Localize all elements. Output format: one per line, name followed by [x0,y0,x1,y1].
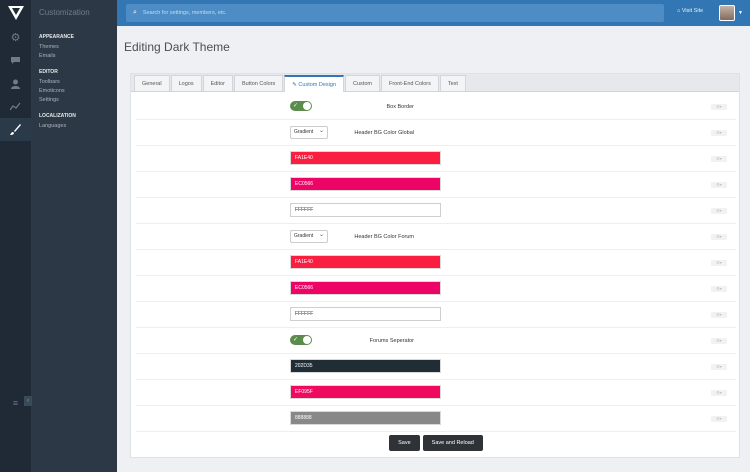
color-input[interactable]: FA1E40 [290,255,441,269]
toggle-switch[interactable] [290,101,312,111]
reset-gear-icon[interactable]: ⚙▾ [711,390,727,396]
color-input[interactable]: FFFFFF [290,307,441,321]
tab-label: General [142,81,162,87]
reset-gear-icon[interactable]: ⚙▾ [711,260,727,266]
nav-item-settings[interactable]: Settings [39,96,117,105]
gears-icon[interactable]: ⚙ [0,26,31,49]
setting-row: Forums Seperator ⚙▾ [136,328,736,354]
setting-label: Forums Seperator [369,338,414,344]
setting-row: Start Gradient/Solid ColorFA1E40⚙▾ [136,146,736,172]
search-icon: ⌕ [133,9,137,16]
page-title: Editing Dark Theme [124,40,230,54]
tab-label: Logos [178,81,194,87]
nav-section-appearance: APPEARANCE Themes Emails [31,34,117,61]
nav-section-editor: EDITOR Toolbars Emoticons Settings [31,69,117,105]
tab-logos[interactable]: Logos [170,75,202,91]
reset-gear-icon[interactable]: ⚙▾ [711,156,727,162]
section-title: Customization [39,8,90,17]
tab-label: Editor [210,81,225,87]
tab-label: Front-End Colors [388,81,431,87]
tab-bar: General Logos Editor Button Colors ✎ Custom … [131,74,739,92]
tab-custom[interactable]: Custom [345,75,380,91]
tab-label: Custom [353,81,372,87]
reset-gear-icon[interactable]: ⚙▾ [711,286,727,292]
nav-heading: LOCALIZATION [39,113,76,119]
nav-section-localization: LOCALIZATION Languages [31,113,117,131]
tab-text[interactable]: Text [439,75,466,91]
nav-item-languages[interactable]: Languages [39,122,117,131]
top-bar: ⌕ Search for settings, members, etc. ⌂ V… [117,0,750,26]
chart-icon[interactable] [0,95,31,118]
tab-label: Text [447,81,458,87]
nav-item-emoticons[interactable]: Emoticons [39,87,117,96]
color-input[interactable]: EC0566 [290,177,441,191]
setting-row: Forum Read Icon Color888888⚙▾ [136,406,736,432]
chevron-down-icon[interactable]: ▼ [738,10,743,16]
setting-row: Header BG Color Forum Gradient ⚙▾ [136,224,736,250]
reset-gear-icon[interactable]: ⚙▾ [711,416,727,422]
collapse-toggle[interactable]: ‹ [24,396,32,406]
nav-heading: EDITOR [39,69,58,75]
reset-gear-icon[interactable]: ⚙▾ [711,234,727,240]
nav-item-toolbars[interactable]: Toolbars [39,78,117,87]
setting-row: Header Font Color GlobalFFFFFF⚙▾ [136,198,736,224]
setting-row: Box Border ⚙▾ [136,94,736,120]
reset-gear-icon[interactable]: ⚙▾ [711,208,727,214]
logo-icon[interactable] [0,0,31,26]
reset-gear-icon[interactable]: ⚙▾ [711,130,727,136]
color-input[interactable]: EF095F [290,385,441,399]
visit-site-link[interactable]: ⌂ Visit Site [677,8,703,14]
sub-navigation: Customization APPEARANCE Themes Emails E… [24,0,117,472]
user-icon[interactable] [0,72,31,95]
setting-row: Forum Unread Icon ColorEF095F⚙▾ [136,380,736,406]
visit-site-label: Visit Site [681,8,704,14]
save-and-reload-button[interactable]: Save and Reload [422,435,483,451]
dropdown-select[interactable]: Gradient [290,230,328,243]
search-input[interactable]: ⌕ Search for settings, members, etc. [126,4,664,22]
tab-custom-design[interactable]: ✎ Custom Design [284,75,345,92]
form-actions: Save Save and Reload [131,435,741,451]
color-input[interactable]: 888888 [290,411,441,425]
nav-item-themes[interactable]: Themes [39,43,117,52]
setting-label: Box Border [386,104,414,110]
reset-gear-icon[interactable]: ⚙▾ [711,312,727,318]
save-button[interactable]: Save [389,435,420,451]
chat-icon[interactable] [0,49,31,72]
setting-row: Forum Hover Effect Color202D35⚙▾ [136,354,736,380]
setting-row: Header BG Color Global Gradient ⚙▾ [136,120,736,146]
nav-heading: APPEARANCE [39,34,75,40]
search-placeholder: Search for settings, members, etc. [142,10,227,16]
setting-label: Header BG Color Forum [354,234,414,240]
reset-gear-icon[interactable]: ⚙▾ [711,364,727,370]
setting-row: End Gradient ColorEC0566⚙▾ [136,172,736,198]
color-input[interactable]: FA1E40 [290,151,441,165]
toggle-switch[interactable] [290,335,312,345]
color-input[interactable]: EC0566 [290,281,441,295]
avatar[interactable] [719,5,735,21]
dropdown-select[interactable]: Gradient [290,126,328,139]
color-input[interactable]: FFFFFF [290,203,441,217]
tab-button-colors[interactable]: Button Colors [233,75,284,91]
reset-gear-icon[interactable]: ⚙▾ [711,182,727,188]
tab-editor[interactable]: Editor [202,75,233,91]
color-input[interactable]: 202D35 [290,359,441,373]
settings-panel: General Logos Editor Button Colors ✎ Custom … [130,73,740,458]
setting-row: Header Font Color ForumFFFFFF⚙▾ [136,302,736,328]
setting-row: End Gradient ColorEC0566⚙▾ [136,276,736,302]
setting-row: Start Gradient/Solid ColorFA1E40⚙▾ [136,250,736,276]
tab-front-end-colors[interactable]: Front-End Colors [380,75,439,91]
tab-general[interactable]: General [134,75,170,91]
tab-label: Custom Design [298,82,337,88]
brush-icon[interactable] [0,118,31,141]
setting-label: Header BG Color Global [354,130,414,136]
reset-gear-icon[interactable]: ⚙▾ [711,104,727,110]
tab-label: Button Colors [241,81,276,87]
home-icon: ⌂ [677,8,681,14]
reset-gear-icon[interactable]: ⚙▾ [711,338,727,344]
nav-item-emails[interactable]: Emails [39,52,117,61]
